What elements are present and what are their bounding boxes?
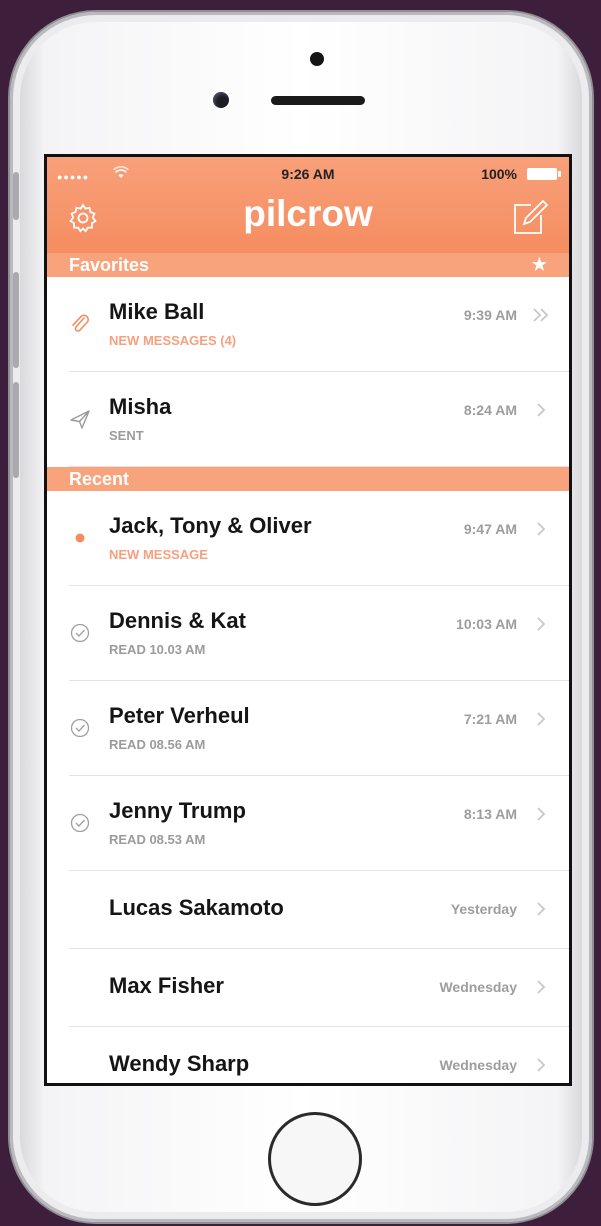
contact-name: Misha xyxy=(109,394,172,419)
conversation-row-peter-verheul[interactable]: Peter Verheul READ 08.56 AM 7:21 AM xyxy=(47,681,569,776)
battery-icon xyxy=(527,168,561,180)
chevron-right-icon xyxy=(537,902,546,916)
home-button[interactable] xyxy=(268,1112,362,1206)
message-time: Yesterday xyxy=(450,901,517,917)
navigation-bar: ●●●●● 9:26 AM 100% pilcrow xyxy=(47,157,569,253)
message-time: 8:13 AM xyxy=(463,806,517,822)
recent-section-header: Recent xyxy=(47,467,569,491)
proximity-sensor xyxy=(310,52,324,66)
chevron-right-icon xyxy=(537,1058,546,1072)
favorites-label: Favorites xyxy=(69,255,150,275)
message-status: NEW MESSAGE xyxy=(109,547,208,562)
chevron-right-icon xyxy=(537,617,546,631)
conversation-row-misha[interactable]: Misha SENT 8:24 AM xyxy=(47,372,569,467)
contact-name: Lucas Sakamoto xyxy=(109,895,284,920)
unread-dot-icon xyxy=(75,533,85,543)
conversation-row-dennis-kat[interactable]: Dennis & Kat READ 10.03 AM 10:03 AM xyxy=(47,586,569,681)
message-status: READ 10.03 AM xyxy=(109,642,206,657)
message-time: 8:24 AM xyxy=(463,402,517,418)
compose-icon[interactable] xyxy=(509,197,549,237)
battery-percentage: 100% xyxy=(481,166,517,182)
chevron-right-icon xyxy=(537,712,546,726)
contact-name: Max Fisher xyxy=(109,973,224,998)
recent-label: Recent xyxy=(69,469,130,489)
message-time: 10:03 AM xyxy=(456,616,517,632)
contact-name: Dennis & Kat xyxy=(109,608,246,633)
contact-name: Mike Ball xyxy=(109,299,205,324)
conversation-row-wendy-sharp[interactable]: Wendy Sharp Wednesday xyxy=(47,1027,569,1083)
app-screen: ●●●●● 9:26 AM 100% pilcrow Favorites ★ M… xyxy=(44,154,572,1086)
chevron-right-icon xyxy=(537,403,546,417)
conversation-row-max-fisher[interactable]: Max Fisher Wednesday xyxy=(47,949,569,1027)
message-time: 9:39 AM xyxy=(463,307,517,323)
message-status: READ 08.53 AM xyxy=(109,832,206,847)
mute-switch xyxy=(13,172,19,220)
volume-down-button xyxy=(13,382,19,478)
status-bar: ●●●●● 9:26 AM 100% xyxy=(47,164,569,184)
double-chevron-right-icon xyxy=(533,308,549,322)
star-icon: ★ xyxy=(531,255,547,274)
message-time: 7:21 AM xyxy=(463,711,517,727)
message-time: Wednesday xyxy=(439,1057,517,1073)
read-check-icon xyxy=(70,623,90,643)
chevron-right-icon xyxy=(537,522,546,536)
contact-name: Peter Verheul xyxy=(109,703,250,728)
message-time: Wednesday xyxy=(439,979,517,995)
message-time: 9:47 AM xyxy=(463,521,517,537)
contact-name: Jenny Trump xyxy=(109,798,246,823)
paperclip-icon xyxy=(72,314,89,332)
chevron-right-icon xyxy=(537,980,546,994)
message-status: NEW MESSAGES (4) xyxy=(109,333,237,348)
conversation-row-jenny-trump[interactable]: Jenny Trump READ 08.53 AM 8:13 AM xyxy=(47,776,569,871)
volume-up-button xyxy=(13,272,19,368)
message-status: READ 08.56 AM xyxy=(109,737,206,752)
contact-name: Wendy Sharp xyxy=(109,1051,250,1076)
read-check-icon xyxy=(70,718,90,738)
chevron-right-icon xyxy=(537,807,546,821)
conversation-row-mike-ball[interactable]: Mike Ball NEW MESSAGES (4) 9:39 AM xyxy=(47,277,569,372)
earpiece-speaker xyxy=(271,96,365,105)
conversation-row-lucas-sakamoto[interactable]: Lucas Sakamoto Yesterday xyxy=(47,871,569,949)
front-camera xyxy=(213,92,229,108)
paper-plane-icon xyxy=(70,410,90,429)
conversation-row-jack-tony-oliver[interactable]: Jack, Tony & Oliver NEW MESSAGE 9:47 AM xyxy=(47,491,569,586)
message-status: SENT xyxy=(109,428,144,443)
favorites-section-header: Favorites ★ xyxy=(47,253,569,277)
contact-name: Jack, Tony & Oliver xyxy=(109,513,312,538)
read-check-icon xyxy=(70,813,90,833)
app-title: pilcrow xyxy=(243,193,373,234)
